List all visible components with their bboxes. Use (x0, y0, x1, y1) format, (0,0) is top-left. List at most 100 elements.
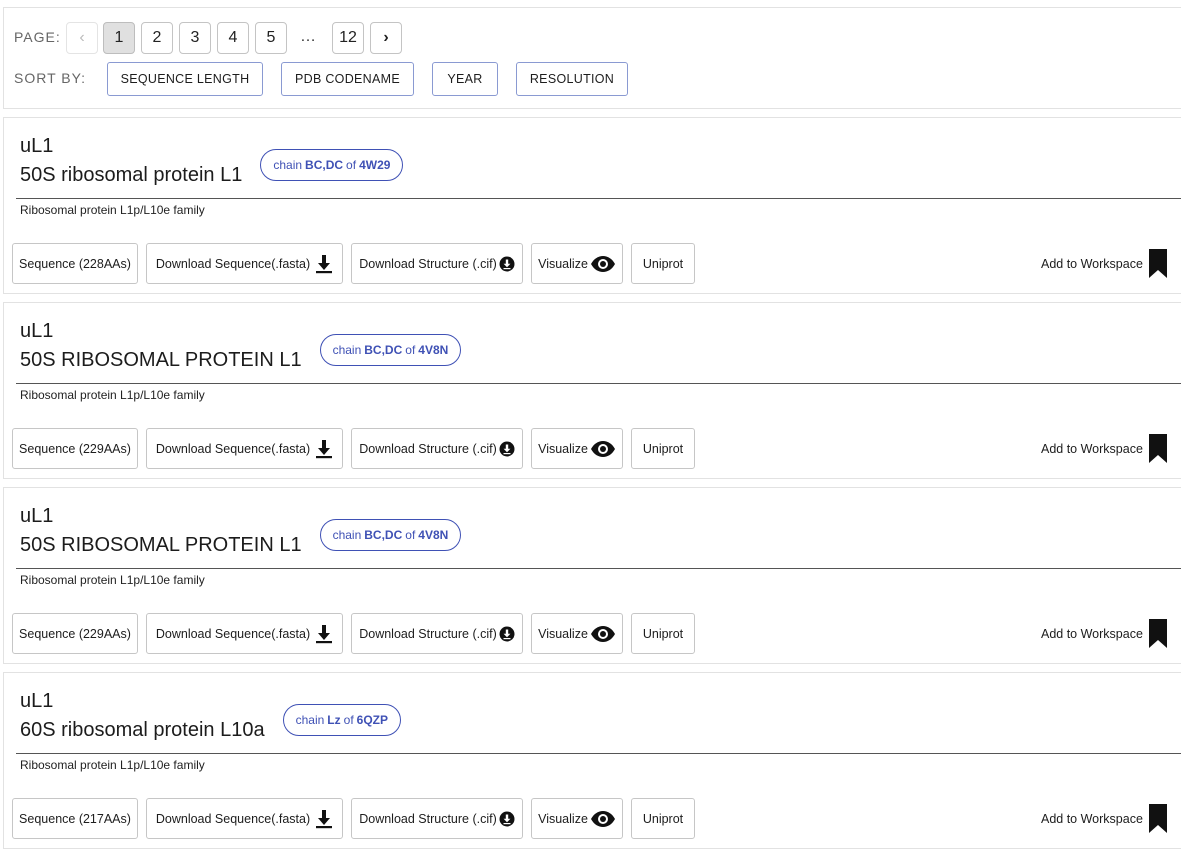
add-to-workspace-button[interactable]: Add to Workspace (1041, 798, 1168, 839)
download-structure-button[interactable]: Download Structure (.cif) (351, 798, 523, 839)
chevron-left-icon: ‹ (79, 29, 85, 46)
chip-of-word: of (405, 528, 416, 542)
protein-card: uL1 50S RIBOSOMAL PROTEIN L1 chain BC,DC… (3, 302, 1181, 479)
workspace-label: Add to Workspace (1041, 626, 1143, 641)
download-icon (315, 439, 333, 459)
protein-card: uL1 50S RIBOSOMAL PROTEIN L1 chain BC,DC… (3, 487, 1181, 664)
chip-chain-word: chain (295, 713, 325, 727)
download-sequence-button[interactable]: Download Sequence(.fasta) (146, 798, 343, 839)
protein-name: 60S ribosomal protein L10a (20, 719, 265, 741)
protein-family: Ribosomal protein L1p/L10e family (20, 573, 205, 587)
chip-of-word: of (346, 158, 357, 172)
protein-name: 50S ribosomal protein L1 (20, 164, 243, 186)
download-structure-label: Download Structure (.cif) (359, 811, 497, 826)
chain-chip[interactable]: chain BC,DC of 4W29 (260, 149, 404, 181)
visualize-button[interactable]: Visualize (531, 798, 623, 839)
eye-icon (590, 810, 616, 828)
visualize-button[interactable]: Visualize (531, 243, 623, 284)
protein-card: uL1 60S ribosomal protein L10a chain Lz … (3, 672, 1181, 849)
protein-name: 50S RIBOSOMAL PROTEIN L1 (20, 349, 302, 371)
sequence-button[interactable]: Sequence (217AAs) (12, 798, 138, 839)
chip-of-word: of (343, 713, 354, 727)
pagination-ellipsis: … (300, 28, 316, 45)
divider (16, 568, 1181, 569)
visualize-button[interactable]: Visualize (531, 613, 623, 654)
download-structure-button[interactable]: Download Structure (.cif) (351, 428, 523, 469)
bookmark-icon (1148, 803, 1168, 834)
eye-icon (590, 440, 616, 458)
add-to-workspace-button[interactable]: Add to Workspace (1041, 243, 1168, 284)
download-structure-button[interactable]: Download Structure (.cif) (351, 243, 523, 284)
download-sequence-button[interactable]: Download Sequence(.fasta) (146, 613, 343, 654)
sort-year-button[interactable]: YEAR (432, 62, 498, 96)
chip-chain-word: chain (273, 158, 303, 172)
sequence-label: Sequence (217AAs) (19, 811, 131, 826)
page-button-2[interactable]: 2 (141, 22, 173, 54)
eye-icon (590, 625, 616, 643)
protein-class: uL1 (20, 690, 54, 712)
protein-name: 50S RIBOSOMAL PROTEIN L1 (20, 534, 302, 556)
uniprot-button[interactable]: Uniprot (631, 243, 695, 284)
chip-chain-word: chain (332, 343, 362, 357)
visualize-label: Visualize (538, 626, 588, 641)
sort-sequence-length-button[interactable]: SEQUENCE LENGTH (107, 62, 263, 96)
download-structure-button[interactable]: Download Structure (.cif) (351, 613, 523, 654)
bookmark-icon (1148, 618, 1168, 649)
controls-panel: PAGE: ‹ 1 2 3 4 5 … 12 › SORT BY: SEQUEN… (3, 7, 1181, 109)
protein-family: Ribosomal protein L1p/L10e family (20, 203, 205, 217)
chain-ids: Lz (327, 713, 341, 727)
download-structure-label: Download Structure (.cif) (359, 441, 497, 456)
page-button-1[interactable]: 1 (103, 22, 135, 54)
next-page-button[interactable]: › (370, 22, 402, 54)
pdb-code: 6QZP (356, 713, 388, 727)
chain-chip[interactable]: chain BC,DC of 4V8N (319, 519, 462, 551)
page-button-5[interactable]: 5 (255, 22, 287, 54)
page-button-3[interactable]: 3 (179, 22, 211, 54)
uniprot-button[interactable]: Uniprot (631, 428, 695, 469)
sequence-button[interactable]: Sequence (229AAs) (12, 613, 138, 654)
bookmark-icon (1148, 433, 1168, 464)
sequence-label: Sequence (229AAs) (19, 626, 131, 641)
sequence-button[interactable]: Sequence (228AAs) (12, 243, 138, 284)
download-sequence-button[interactable]: Download Sequence(.fasta) (146, 428, 343, 469)
previous-page-button[interactable]: ‹ (66, 22, 98, 54)
visualize-button[interactable]: Visualize (531, 428, 623, 469)
page-label: PAGE: (14, 29, 61, 45)
sort-resolution-button[interactable]: RESOLUTION (516, 62, 628, 96)
sequence-label: Sequence (229AAs) (19, 441, 131, 456)
sequence-button[interactable]: Sequence (229AAs) (12, 428, 138, 469)
pdb-code: 4W29 (359, 158, 391, 172)
eye-icon (590, 255, 616, 273)
workspace-label: Add to Workspace (1041, 811, 1143, 826)
protein-card: uL1 50S ribosomal protein L1 chain BC,DC… (3, 117, 1181, 294)
protein-family: Ribosomal protein L1p/L10e family (20, 388, 205, 402)
uniprot-button[interactable]: Uniprot (631, 613, 695, 654)
page-button-4[interactable]: 4 (217, 22, 249, 54)
chain-chip[interactable]: chain Lz of 6QZP (282, 704, 401, 736)
visualize-label: Visualize (538, 256, 588, 271)
protein-class: uL1 (20, 135, 54, 157)
protein-class: uL1 (20, 320, 54, 342)
chain-ids: BC,DC (305, 158, 344, 172)
page-button-12[interactable]: 12 (332, 22, 364, 54)
sort-pdb-codename-button[interactable]: PDB CODENAME (281, 62, 414, 96)
download-icon (315, 809, 333, 829)
download-icon (315, 624, 333, 644)
add-to-workspace-button[interactable]: Add to Workspace (1041, 428, 1168, 469)
uniprot-button[interactable]: Uniprot (631, 798, 695, 839)
workspace-label: Add to Workspace (1041, 441, 1143, 456)
visualize-label: Visualize (538, 811, 588, 826)
divider (16, 753, 1181, 754)
download-circle-icon (499, 441, 515, 457)
download-sequence-button[interactable]: Download Sequence(.fasta) (146, 243, 343, 284)
protein-class: uL1 (20, 505, 54, 527)
sort-label: SORT BY: (14, 70, 87, 86)
visualize-label: Visualize (538, 441, 588, 456)
bookmark-icon (1148, 248, 1168, 279)
chain-chip[interactable]: chain BC,DC of 4V8N (319, 334, 462, 366)
chip-chain-word: chain (332, 528, 362, 542)
download-sequence-label: Download Sequence(.fasta) (155, 811, 311, 826)
download-structure-label: Download Structure (.cif) (359, 256, 497, 271)
add-to-workspace-button[interactable]: Add to Workspace (1041, 613, 1168, 654)
workspace-label: Add to Workspace (1041, 256, 1143, 271)
